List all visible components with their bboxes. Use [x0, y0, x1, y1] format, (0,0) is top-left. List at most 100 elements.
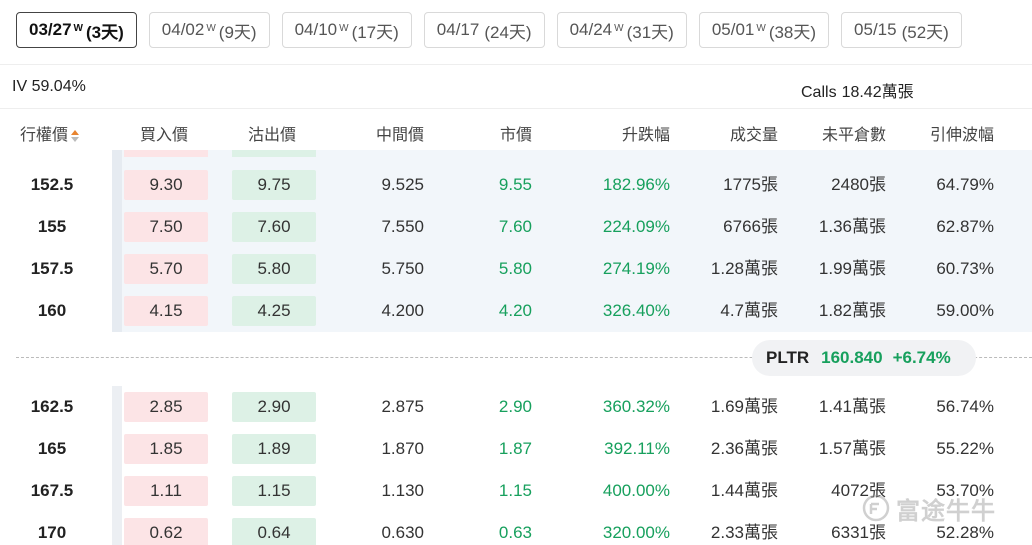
expiry-tab-5[interactable]: 05/01 W (38天)	[698, 12, 830, 48]
weekly-badge: W	[339, 22, 349, 34]
change-pct: 392.11%	[604, 439, 670, 458]
col-bid: 買入價	[140, 127, 189, 144]
bid-price[interactable]: 1.85	[124, 434, 208, 464]
table-row[interactable]: 157.5 5.70 5.80 5.750 5.80 274.19% 1.28萬…	[0, 248, 1032, 290]
change-pct: 360.32%	[602, 397, 670, 416]
last-price: 7.60	[498, 217, 532, 236]
bid-price[interactable]: 2.85	[124, 392, 208, 422]
sort-icon[interactable]	[71, 129, 80, 142]
mid-price: 0.630	[381, 523, 424, 542]
strike-price: 152.5	[30, 175, 74, 194]
ask-price[interactable]: 9.75	[232, 170, 316, 200]
ask-price[interactable]: 5.80	[232, 254, 316, 284]
strike-price: 170	[37, 523, 67, 542]
implied-vol: 64.79%	[936, 175, 994, 194]
open-interest: 1.41萬張	[818, 397, 886, 416]
last-price: 1.15	[498, 481, 532, 500]
mid-price: 7.550	[381, 217, 424, 236]
open-interest: 1.57萬張	[818, 439, 886, 458]
ask-price[interactable]: 0.64	[232, 518, 316, 545]
underlying-symbol: PLTR	[766, 348, 810, 367]
tab-days: (38天)	[768, 22, 817, 42]
strike-price: 160	[37, 301, 67, 320]
table-row[interactable]: 162.5 2.85 2.90 2.875 2.90 360.32% 1.69萬…	[0, 386, 1032, 428]
col-strike[interactable]: 行權價	[20, 121, 80, 145]
col-open-interest: 未平倉數	[821, 127, 886, 144]
volume: 6766張	[723, 217, 778, 236]
last-price: 1.87	[498, 439, 532, 458]
tab-days: (9天)	[218, 22, 257, 42]
ask-price[interactable]: 1.89	[232, 434, 316, 464]
change-pct: 224.09%	[602, 217, 670, 236]
expiry-tabs: 03/27 W (3天) 04/02 W (9天) 04/10 W (17天) 04/17(…	[16, 12, 962, 48]
strike-price: 155	[37, 217, 67, 236]
col-change: 升跌幅	[621, 127, 670, 144]
bid-price[interactable]: 0.62	[124, 518, 208, 545]
mid-price: 1.870	[381, 439, 424, 458]
bid-price[interactable]: 4.15	[124, 296, 208, 326]
weekly-badge: W	[206, 22, 216, 34]
bid-price[interactable]: 1.11	[124, 476, 208, 506]
underlying-price: 160.840	[821, 348, 883, 367]
calls-summary: Calls 18.42萬張	[801, 78, 914, 102]
tab-days: (52天)	[901, 22, 949, 42]
tab-date: 04/24	[569, 20, 613, 39]
last-price: 2.90	[498, 397, 532, 416]
bid-price[interactable]: 9.30	[124, 170, 208, 200]
implied-vol: 59.00%	[936, 301, 994, 320]
open-interest: 2480張	[831, 175, 886, 194]
tab-days: (24天)	[484, 22, 532, 42]
mid-price: 2.875	[381, 397, 424, 416]
last-price: 4.20	[498, 301, 532, 320]
tab-date: 03/27	[29, 20, 72, 39]
watermark-text: 富途牛牛	[896, 497, 996, 525]
expiry-tab-1[interactable]: 04/02 W (9天)	[148, 12, 270, 48]
tab-days: (3天)	[86, 22, 124, 42]
table-header: 行權價 買入價 沽出價 中間價 市價 升跌幅 成交量 未平倉數 引伸波幅	[0, 108, 1032, 150]
expiry-tab-6[interactable]: 05/15 (52天)	[841, 12, 962, 48]
bid-price[interactable]: 5.70	[124, 254, 208, 284]
volume: 2.33萬張	[710, 523, 778, 542]
strike-price: 162.5	[30, 397, 74, 416]
underlying-price-badge[interactable]: PLTR 160.840 +6.74%	[752, 340, 976, 376]
table-row[interactable]: 155 7.50 7.60 7.550 7.60 224.09% 6766張 1…	[0, 206, 1032, 248]
ask-price[interactable]: 4.25	[232, 296, 316, 326]
tab-date: 04/02	[161, 20, 205, 39]
weekly-badge: W	[614, 22, 624, 34]
tab-days: (31天)	[626, 22, 674, 42]
weekly-badge: W	[756, 22, 766, 34]
futu-logo-icon	[862, 494, 890, 522]
volume: 1.44萬張	[710, 481, 778, 500]
volume: 1.28萬張	[710, 259, 778, 278]
ask-price[interactable]: 1.15	[232, 476, 316, 506]
col-mid: 中間價	[375, 127, 424, 144]
implied-vol: 56.74%	[936, 397, 994, 416]
calls-value: 18.42萬張	[841, 84, 914, 101]
ask-price[interactable]: 2.90	[232, 392, 316, 422]
expiry-tab-2[interactable]: 04/10 W (17天)	[281, 12, 412, 48]
last-price: 5.80	[498, 259, 532, 278]
scrolled-ask-remnant	[232, 150, 316, 157]
table-row[interactable]: 160 4.15 4.25 4.200 4.20 326.40% 4.7萬張 1…	[0, 290, 1032, 332]
bid-price[interactable]: 7.50	[124, 212, 208, 242]
table-row[interactable]: 165 1.85 1.89 1.870 1.87 392.11% 2.36萬張 …	[0, 428, 1032, 470]
volume: 1.69萬張	[710, 397, 778, 416]
strike-price: 165	[37, 439, 67, 458]
tab-date: 04/17	[436, 20, 480, 39]
col-ask: 沽出價	[248, 127, 297, 144]
expiry-tab-0[interactable]: 03/27 W (3天)	[16, 12, 137, 48]
tab-date: 05/01	[711, 20, 755, 39]
calls-label: Calls	[801, 84, 837, 101]
expiry-tab-3[interactable]: 04/17 (24天)	[423, 12, 545, 48]
volume: 1775張	[723, 175, 778, 194]
ask-price[interactable]: 7.60	[232, 212, 316, 242]
open-interest: 1.82萬張	[818, 301, 886, 320]
mid-price: 1.130	[381, 481, 424, 500]
underlying-change: +6.74%	[892, 348, 951, 367]
strike-price: 157.5	[30, 259, 74, 278]
scrolled-bid-remnant	[124, 150, 208, 157]
expiry-tab-4[interactable]: 04/24 W (31天)	[556, 12, 687, 48]
table-row[interactable]: 152.5 9.30 9.75 9.525 9.55 182.96% 1775張…	[0, 164, 1032, 206]
col-strike-label: 行權價	[20, 127, 69, 144]
change-pct: 326.40%	[602, 301, 670, 320]
